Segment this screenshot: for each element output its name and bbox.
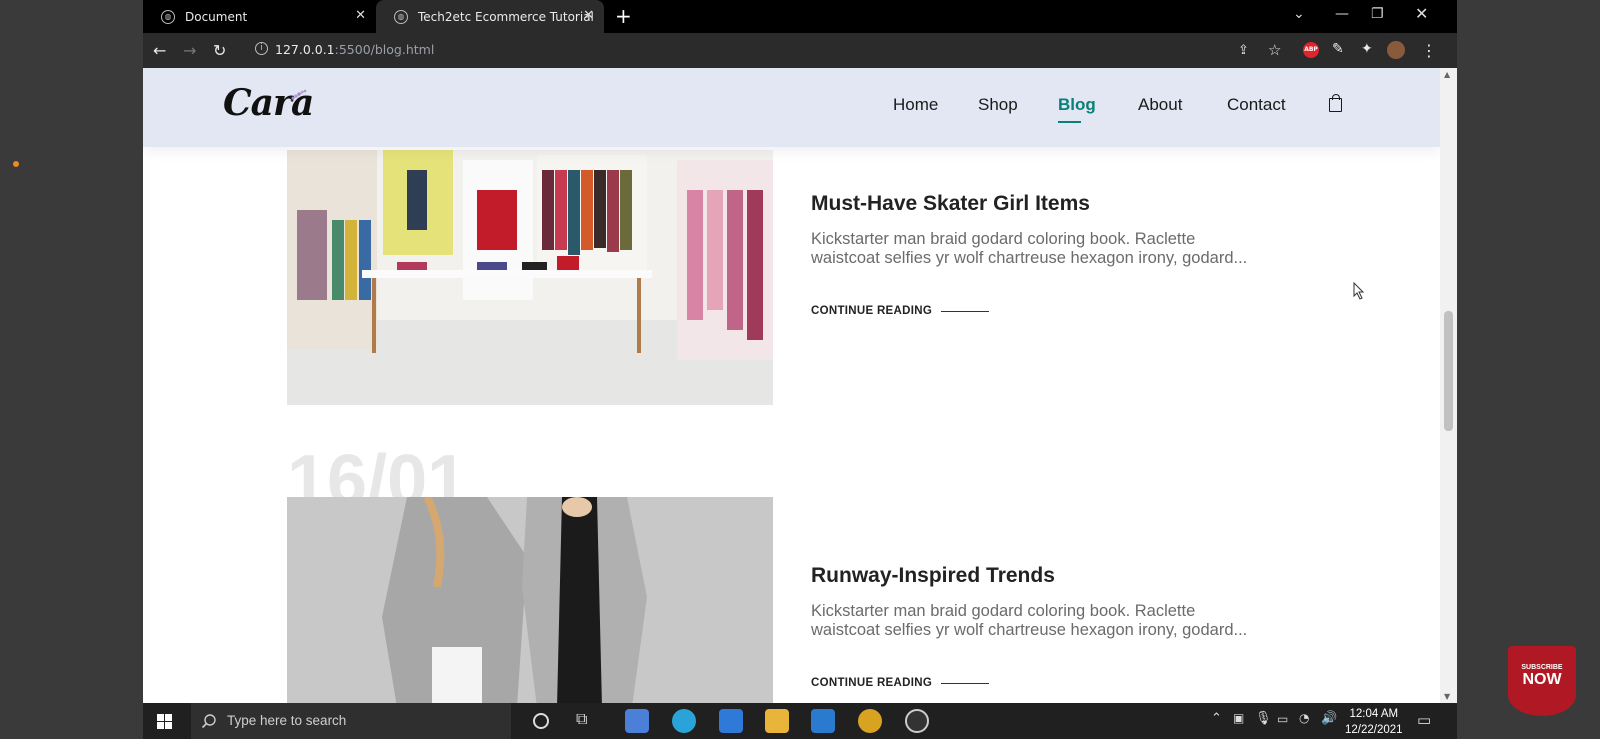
cta-line bbox=[941, 311, 989, 312]
microphone-icon[interactable]: 🎙 bbox=[1255, 711, 1272, 726]
post-excerpt: Kickstarter man braid godard coloring bo… bbox=[811, 230, 1248, 267]
task-view-icon[interactable]: ⧉ bbox=[576, 709, 600, 733]
tab-title: Tech2etc Ecommerce Tutorial bbox=[418, 9, 594, 24]
tab-tech2etc[interactable]: ◍ Tech2etc Ecommerce Tutorial ✕ bbox=[376, 0, 604, 33]
windows-start-icon[interactable] bbox=[157, 714, 172, 729]
nav-shop[interactable]: Shop bbox=[978, 95, 1018, 115]
page-scrollbar[interactable]: ▲ ▼ bbox=[1440, 68, 1457, 703]
abp-extension-icon[interactable]: ABP bbox=[1303, 42, 1319, 58]
tab-title: Document bbox=[185, 9, 248, 24]
nav-contact[interactable]: Contact bbox=[1227, 95, 1286, 115]
subscribe-now-label: NOW bbox=[1522, 671, 1562, 688]
info-icon[interactable]: i bbox=[255, 42, 268, 55]
scroll-down-icon[interactable]: ▼ bbox=[1444, 692, 1450, 701]
share-icon[interactable]: ⇪ bbox=[1238, 43, 1249, 58]
network-icon[interactable]: ◔ bbox=[1299, 711, 1309, 725]
volume-icon[interactable]: 🔊 bbox=[1321, 711, 1337, 726]
restore-button[interactable]: ❐ bbox=[1371, 6, 1384, 22]
store-icon[interactable] bbox=[625, 709, 649, 733]
window-close-button[interactable]: ✕ bbox=[1415, 4, 1428, 23]
search-placeholder: Type here to search bbox=[227, 713, 347, 728]
nav-about[interactable]: About bbox=[1138, 95, 1182, 115]
globe-icon: ◍ bbox=[394, 9, 408, 24]
obs-icon[interactable] bbox=[905, 709, 929, 733]
windows-taskbar: Type here to search ⧉ ⌃ ▣ 🎙 ▭ ◔ 🔊 12:04 … bbox=[143, 703, 1457, 739]
browser-window: ◍ Document ✕ ◍ Tech2etc Ecommerce Tutori… bbox=[143, 0, 1457, 703]
vscode-icon[interactable] bbox=[811, 709, 835, 733]
search-icon bbox=[201, 714, 216, 729]
post-excerpt: Kickstarter man braid godard coloring bo… bbox=[811, 602, 1248, 639]
pen-extension-icon[interactable]: ✎ bbox=[1332, 41, 1344, 57]
continue-reading-link[interactable]: CONTINUE READING bbox=[811, 677, 932, 689]
close-tab-icon[interactable]: ✕ bbox=[355, 8, 366, 23]
url-host: 127.0.0.1 bbox=[275, 42, 335, 57]
close-tab-icon[interactable]: ✕ bbox=[583, 8, 594, 23]
file-explorer-icon[interactable] bbox=[765, 709, 789, 733]
new-tab-button[interactable]: + bbox=[615, 4, 632, 28]
cortana-icon[interactable] bbox=[533, 713, 549, 729]
indicator-dot bbox=[13, 161, 19, 167]
chevron-up-icon[interactable]: ⌃ bbox=[1211, 711, 1222, 726]
menu-icon[interactable]: ⋮ bbox=[1421, 41, 1437, 60]
post-image-runway bbox=[287, 497, 773, 703]
url-path: :5500/blog.html bbox=[334, 42, 435, 57]
cta-line bbox=[941, 683, 989, 684]
profile-avatar[interactable] bbox=[1387, 41, 1405, 59]
globe-icon: ◍ bbox=[161, 9, 175, 24]
clock-time: 12:04 AM bbox=[1349, 708, 1399, 720]
site-header: Cara Home Shop Blog About Contact bbox=[143, 68, 1440, 147]
forward-arrow-icon[interactable]: → bbox=[183, 41, 196, 60]
edge-icon[interactable] bbox=[672, 709, 696, 733]
nav-home[interactable]: Home bbox=[893, 95, 938, 115]
taskbar-clock[interactable]: 12:04 AM 12/22/2021 bbox=[1345, 706, 1403, 738]
lavender-icon bbox=[289, 89, 307, 102]
chrome-icon[interactable] bbox=[858, 709, 882, 733]
back-arrow-icon[interactable]: ← bbox=[153, 41, 166, 60]
tab-strip: ◍ Document ✕ ◍ Tech2etc Ecommerce Tutori… bbox=[143, 0, 1457, 33]
reload-icon[interactable]: ↻ bbox=[213, 41, 226, 60]
taskbar-search[interactable]: Type here to search bbox=[191, 703, 511, 739]
shopping-bag-icon[interactable] bbox=[1329, 94, 1342, 112]
subscribe-badge[interactable]: SUBSCRIBE NOW bbox=[1508, 646, 1576, 716]
clock-date: 12/22/2021 bbox=[1345, 724, 1403, 736]
meet-icon[interactable]: ▣ bbox=[1233, 711, 1244, 725]
notification-icon[interactable]: ▭ bbox=[1417, 711, 1431, 729]
tab-search-icon[interactable]: ⌄ bbox=[1293, 6, 1305, 22]
url-text[interactable]: 127.0.0.1:5500/blog.html bbox=[275, 42, 434, 57]
nav-blog[interactable]: Blog bbox=[1058, 95, 1096, 123]
star-icon[interactable]: ☆ bbox=[1268, 41, 1281, 59]
mail-icon[interactable] bbox=[719, 709, 743, 733]
subscribe-label: SUBSCRIBE bbox=[1521, 664, 1563, 671]
page-viewport: Cara Home Shop Blog About Contact Must-H… bbox=[143, 68, 1440, 703]
mouse-cursor-icon bbox=[1353, 282, 1365, 300]
continue-reading-link[interactable]: CONTINUE READING bbox=[811, 305, 932, 317]
minimize-button[interactable]: — bbox=[1335, 6, 1349, 22]
browser-toolbar: ← → ↻ i 127.0.0.1:5500/blog.html ⇪ ☆ ABP… bbox=[143, 33, 1457, 68]
abp-label: ABP bbox=[1304, 46, 1318, 53]
post-title[interactable]: Must-Have Skater Girl Items bbox=[811, 192, 1090, 216]
battery-icon[interactable]: ▭ bbox=[1277, 712, 1288, 726]
post-title[interactable]: Runway-Inspired Trends bbox=[811, 564, 1055, 588]
post-image-store bbox=[287, 150, 773, 405]
tab-document[interactable]: ◍ Document ✕ bbox=[143, 0, 376, 33]
scroll-thumb[interactable] bbox=[1444, 311, 1453, 431]
puzzle-icon[interactable]: ✦ bbox=[1361, 41, 1373, 57]
scroll-up-icon[interactable]: ▲ bbox=[1444, 70, 1450, 79]
